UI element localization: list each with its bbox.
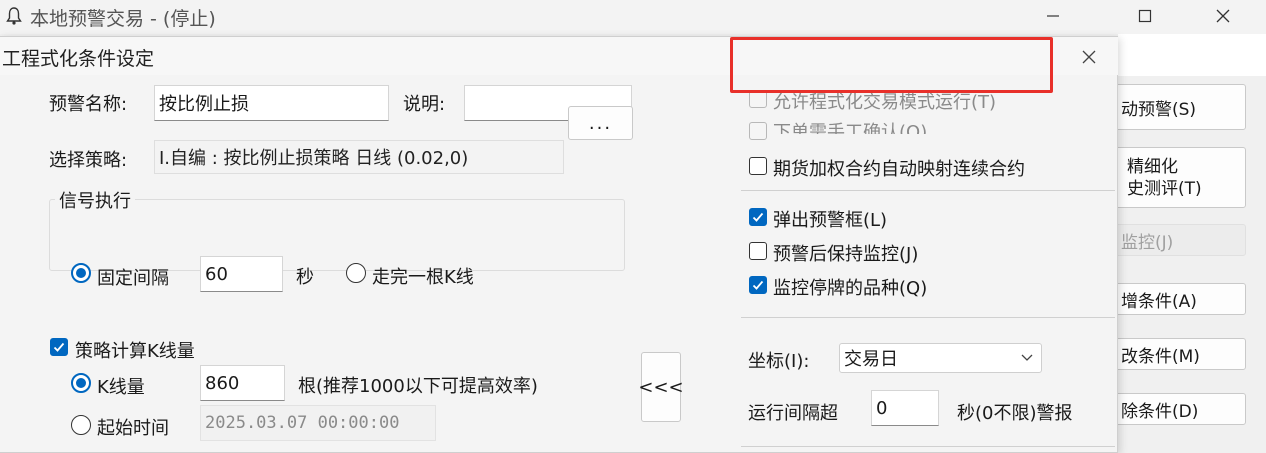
maximize-icon — [1138, 9, 1152, 23]
minimize-icon — [1047, 15, 1059, 17]
coord-label: 坐标(I): — [748, 351, 810, 372]
monitor-suspended-checkbox[interactable] — [749, 276, 767, 294]
signal-execution-group — [49, 199, 625, 271]
fixed-interval-input[interactable]: 60 — [200, 256, 283, 292]
calc-kline-checkbox[interactable] — [50, 338, 68, 356]
coord-select[interactable]: 交易日 — [839, 343, 1042, 373]
strategy-label: 选择策略: — [49, 150, 128, 171]
dialog-close-button[interactable] — [1076, 45, 1102, 69]
edit-condition-button[interactable]: 改条件(M) — [1110, 338, 1246, 370]
close-icon — [1216, 9, 1230, 23]
manual-confirm-checkbox[interactable] — [749, 122, 767, 140]
add-condition-button[interactable]: 增条件(A) — [1110, 283, 1246, 315]
futures-mapping-label: 期货加权合约自动映射连续合约 — [773, 159, 1025, 180]
warning-name-label: 预警名称: — [49, 94, 128, 115]
keep-monitor-checkbox[interactable] — [749, 242, 767, 260]
start-warning-label: 动预警(S) — [1121, 99, 1197, 120]
run-interval-input[interactable]: 0 — [871, 390, 939, 426]
window-title: 本地预警交易 - (停止) — [30, 8, 216, 30]
kline-count-input[interactable]: 860 — [200, 365, 285, 401]
keep-monitor-label: 预警后保持监控(J) — [773, 244, 919, 265]
history-eval-label-1: 精细化 — [1127, 156, 1178, 177]
delete-condition-button[interactable]: 除条件(D) — [1110, 393, 1246, 425]
bell-icon — [6, 7, 22, 25]
start-time-input[interactable]: 2025.03.07 00:00:00 — [200, 405, 436, 441]
history-eval-label-2: 史测评(T) — [1127, 178, 1202, 199]
futures-mapping-checkbox[interactable] — [749, 157, 767, 175]
collapse-panel-button[interactable]: <<< — [638, 352, 684, 422]
maximize-button[interactable] — [1122, 0, 1168, 32]
start-time-radio[interactable] — [71, 415, 91, 435]
run-interval-label: 运行间隔超 — [748, 403, 838, 424]
seconds-unit: 秒 — [296, 267, 314, 288]
monitor-button[interactable]: 监控(J) — [1110, 224, 1246, 256]
fixed-interval-radio[interactable] — [71, 263, 91, 283]
start-warning-button[interactable]: 动预警(S) — [1110, 84, 1246, 130]
fixed-interval-label: 固定间隔 — [97, 268, 169, 289]
calc-kline-label: 策略计算K线量 — [75, 341, 195, 362]
start-time-label: 起始时间 — [97, 418, 169, 439]
main-titlebar: 本地预警交易 - (停止) — [0, 0, 1266, 34]
close-window-button[interactable] — [1200, 0, 1246, 32]
minimize-button[interactable] — [1030, 0, 1076, 32]
close-icon — [1082, 50, 1096, 64]
description-label: 说明: — [403, 94, 446, 115]
popup-checkbox[interactable] — [749, 208, 767, 226]
check-icon — [752, 280, 764, 290]
run-interval-suffix: 秒(0不限)警报 — [957, 403, 1073, 424]
delete-condition-label: 除条件(D) — [1121, 401, 1199, 422]
separator — [741, 317, 1115, 318]
coord-value: 交易日 — [844, 349, 898, 370]
add-condition-label: 增条件(A) — [1121, 291, 1197, 312]
kline-count-radio[interactable] — [71, 373, 91, 393]
check-icon — [752, 212, 764, 222]
dialog-title: 工程式化条件设定 — [2, 48, 155, 70]
popup-label: 弹出预警框(L) — [773, 210, 888, 231]
manual-confirm-label: 下单需手工确认(O) — [773, 122, 928, 134]
kline-count-label: K线量 — [97, 377, 145, 398]
chevron-down-icon — [1021, 354, 1033, 361]
warning-name-input[interactable]: 按比例止损 — [154, 85, 389, 121]
complete-kline-label: 走完一根K线 — [372, 267, 474, 288]
browse-strategy-button[interactable]: ... — [568, 106, 633, 140]
check-icon — [53, 342, 65, 352]
complete-kline-radio[interactable] — [346, 263, 366, 283]
parent-toolbar-strip — [1118, 34, 1266, 76]
history-eval-button[interactable]: 精细化 史测评(T) — [1110, 147, 1246, 208]
separator — [741, 446, 1115, 447]
highlight-annotation — [730, 37, 1053, 93]
monitor-suspended-label: 监控停牌的品种(Q) — [773, 278, 928, 299]
monitor-label: 监控(J) — [1121, 232, 1174, 253]
strategy-field: I.自编 : 按比例止损策略 日线 (0.02,0) — [154, 140, 564, 174]
edit-condition-label: 改条件(M) — [1121, 346, 1200, 367]
signal-execution-title: 信号执行 — [55, 187, 135, 213]
separator — [741, 190, 1115, 191]
kline-hint: 根(推荐1000以下可提高效率) — [298, 376, 538, 397]
